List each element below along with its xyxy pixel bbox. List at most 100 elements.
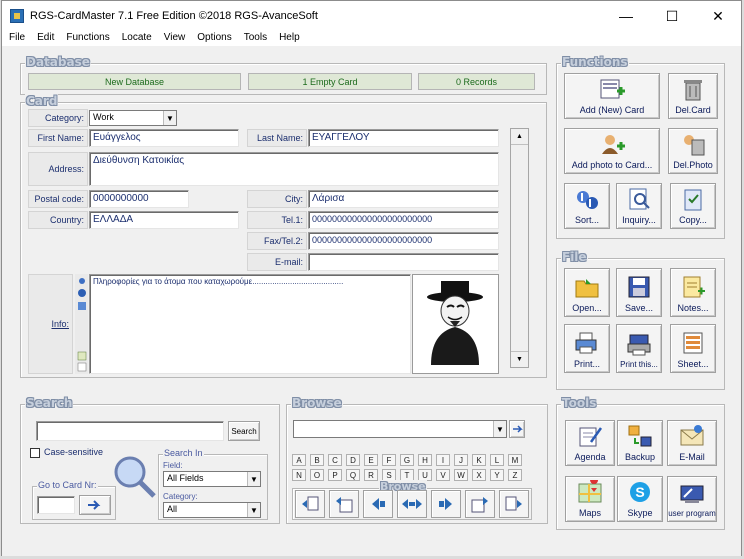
address-label: Address: [28, 152, 88, 186]
print-this-button[interactable]: Print this... [616, 324, 662, 373]
close-button[interactable]: ✕ [695, 1, 741, 31]
backup-button[interactable]: Backup [617, 420, 663, 466]
letter-j-button[interactable]: J [454, 454, 468, 466]
goto-card-button[interactable] [79, 495, 111, 515]
prev-card-button[interactable] [363, 490, 393, 518]
scroll-down-icon[interactable]: ▼ [511, 351, 528, 367]
email-button[interactable]: E-Mail [667, 420, 717, 466]
search-button[interactable]: Search [228, 421, 260, 441]
first-name-field[interactable]: Ευάγγελος [89, 129, 239, 147]
tel1-field[interactable]: 000000000000000000000000 [308, 211, 499, 229]
letter-d-button[interactable]: D [346, 454, 360, 466]
inquiry-button[interactable]: Inquiry... [616, 183, 662, 229]
minimize-button[interactable]: — [603, 1, 649, 31]
sort-button[interactable]: Sort... [564, 183, 610, 229]
new-database-button[interactable]: New Database [28, 73, 241, 90]
menu-file[interactable]: File [2, 32, 31, 43]
letter-p-button[interactable]: P [328, 469, 342, 481]
letter-a-button[interactable]: A [292, 454, 306, 466]
menu-help[interactable]: Help [273, 32, 306, 43]
center-icon [402, 499, 422, 509]
menu-tools[interactable]: Tools [238, 32, 273, 43]
letter-g-button[interactable]: G [400, 454, 414, 466]
search-input[interactable] [36, 421, 224, 441]
tools-group-title: Tools [561, 396, 598, 410]
goto-card-input[interactable] [37, 496, 75, 514]
last-name-field[interactable]: ΕΥΑΓΓΕΛΟΥ [308, 129, 499, 147]
sheet-button[interactable]: Sheet... [670, 324, 716, 373]
menu-edit[interactable]: Edit [31, 32, 60, 43]
letter-c-button[interactable]: C [328, 454, 342, 466]
search-category-select[interactable]: All ▼ [163, 502, 261, 518]
notes-button[interactable]: Notes... [670, 268, 716, 317]
next-page-button[interactable] [465, 490, 495, 518]
category-select[interactable]: Work ▼ [89, 110, 177, 126]
letter-v-button[interactable]: V [436, 469, 450, 481]
first-card-button[interactable] [295, 490, 325, 518]
letter-w-button[interactable]: W [454, 469, 468, 481]
letter-l-button[interactable]: L [490, 454, 504, 466]
del-card-button[interactable]: Del.Card [668, 73, 718, 119]
letter-f-button[interactable]: F [382, 454, 396, 466]
add-card-button[interactable]: Add (New) Card [564, 73, 660, 119]
case-sensitive-checkbox[interactable] [30, 448, 40, 458]
user-program-button[interactable]: user program [667, 476, 717, 522]
postal-code-field[interactable]: 0000000000 [89, 190, 189, 208]
open-label: Open... [572, 303, 602, 313]
fax-field[interactable]: 000000000000000000000000 [308, 232, 499, 250]
folder-open-icon [574, 275, 600, 299]
search-field-select[interactable]: All Fields ▼ [163, 471, 261, 487]
open-button[interactable]: Open... [564, 268, 610, 317]
email-field[interactable] [308, 253, 499, 271]
browse-combo[interactable]: ▼ [293, 420, 507, 438]
letter-x-button[interactable]: X [472, 469, 486, 481]
prev-page-button[interactable] [329, 490, 359, 518]
card-scrollbar[interactable]: ▲ ▼ [510, 128, 529, 368]
next-card-button[interactable] [431, 490, 461, 518]
backup-label: Backup [624, 452, 656, 462]
city-field[interactable]: Λάρισα [308, 190, 499, 208]
person-photo-icon [427, 281, 483, 365]
letter-z-button[interactable]: Z [508, 469, 522, 481]
go-icon [513, 425, 523, 433]
print-button[interactable]: Print... [564, 324, 610, 373]
chevron-down-icon: ▼ [493, 421, 506, 437]
last-name-label: Last Name: [247, 129, 307, 147]
info-label[interactable]: Info: [28, 274, 73, 374]
agenda-button[interactable]: Agenda [565, 420, 615, 466]
copy-button[interactable]: Copy... [670, 183, 716, 229]
menu-locate[interactable]: Locate [116, 32, 158, 43]
first-name-label: First Name: [28, 129, 88, 147]
country-field[interactable]: ΕΛΛΑΔΑ [89, 211, 239, 229]
info-field[interactable]: Πληροφορίες για το άτομα που καταχωρούμε… [89, 274, 411, 374]
del-photo-button[interactable]: Del.Photo [668, 128, 718, 174]
browse-go-button[interactable] [509, 420, 525, 438]
client-area: Database New Database 1 Empty Card 0 Rec… [2, 48, 741, 556]
letter-y-button[interactable]: Y [490, 469, 504, 481]
letter-n-button[interactable]: N [292, 469, 306, 481]
menu-functions[interactable]: Functions [60, 32, 115, 43]
last-card-button[interactable] [499, 490, 529, 518]
letter-r-button[interactable]: R [364, 469, 378, 481]
maps-button[interactable]: Maps [565, 476, 615, 522]
menu-options[interactable]: Options [191, 32, 237, 43]
prev-icon [372, 498, 385, 510]
add-photo-button[interactable]: Add photo to Card... [564, 128, 660, 174]
scroll-up-icon[interactable]: ▲ [511, 129, 528, 145]
random-card-button[interactable] [397, 490, 427, 518]
menu-view[interactable]: View [158, 32, 192, 43]
save-button[interactable]: Save... [616, 268, 662, 317]
letter-m-button[interactable]: M [508, 454, 522, 466]
letter-k-button[interactable]: K [472, 454, 486, 466]
skype-button[interactable]: S Skype [617, 476, 663, 522]
letter-q-button[interactable]: Q [346, 469, 360, 481]
info-tools-icon[interactable] [75, 274, 88, 374]
letter-o-button[interactable]: O [310, 469, 324, 481]
letter-e-button[interactable]: E [364, 454, 378, 466]
letter-b-button[interactable]: B [310, 454, 324, 466]
letter-h-button[interactable]: H [418, 454, 432, 466]
letter-i-button[interactable]: I [436, 454, 450, 466]
maximize-button[interactable]: ☐ [649, 1, 695, 31]
address-field[interactable]: Διεύθυνση Κατοικίας [89, 152, 499, 186]
photo-frame[interactable] [412, 274, 499, 374]
